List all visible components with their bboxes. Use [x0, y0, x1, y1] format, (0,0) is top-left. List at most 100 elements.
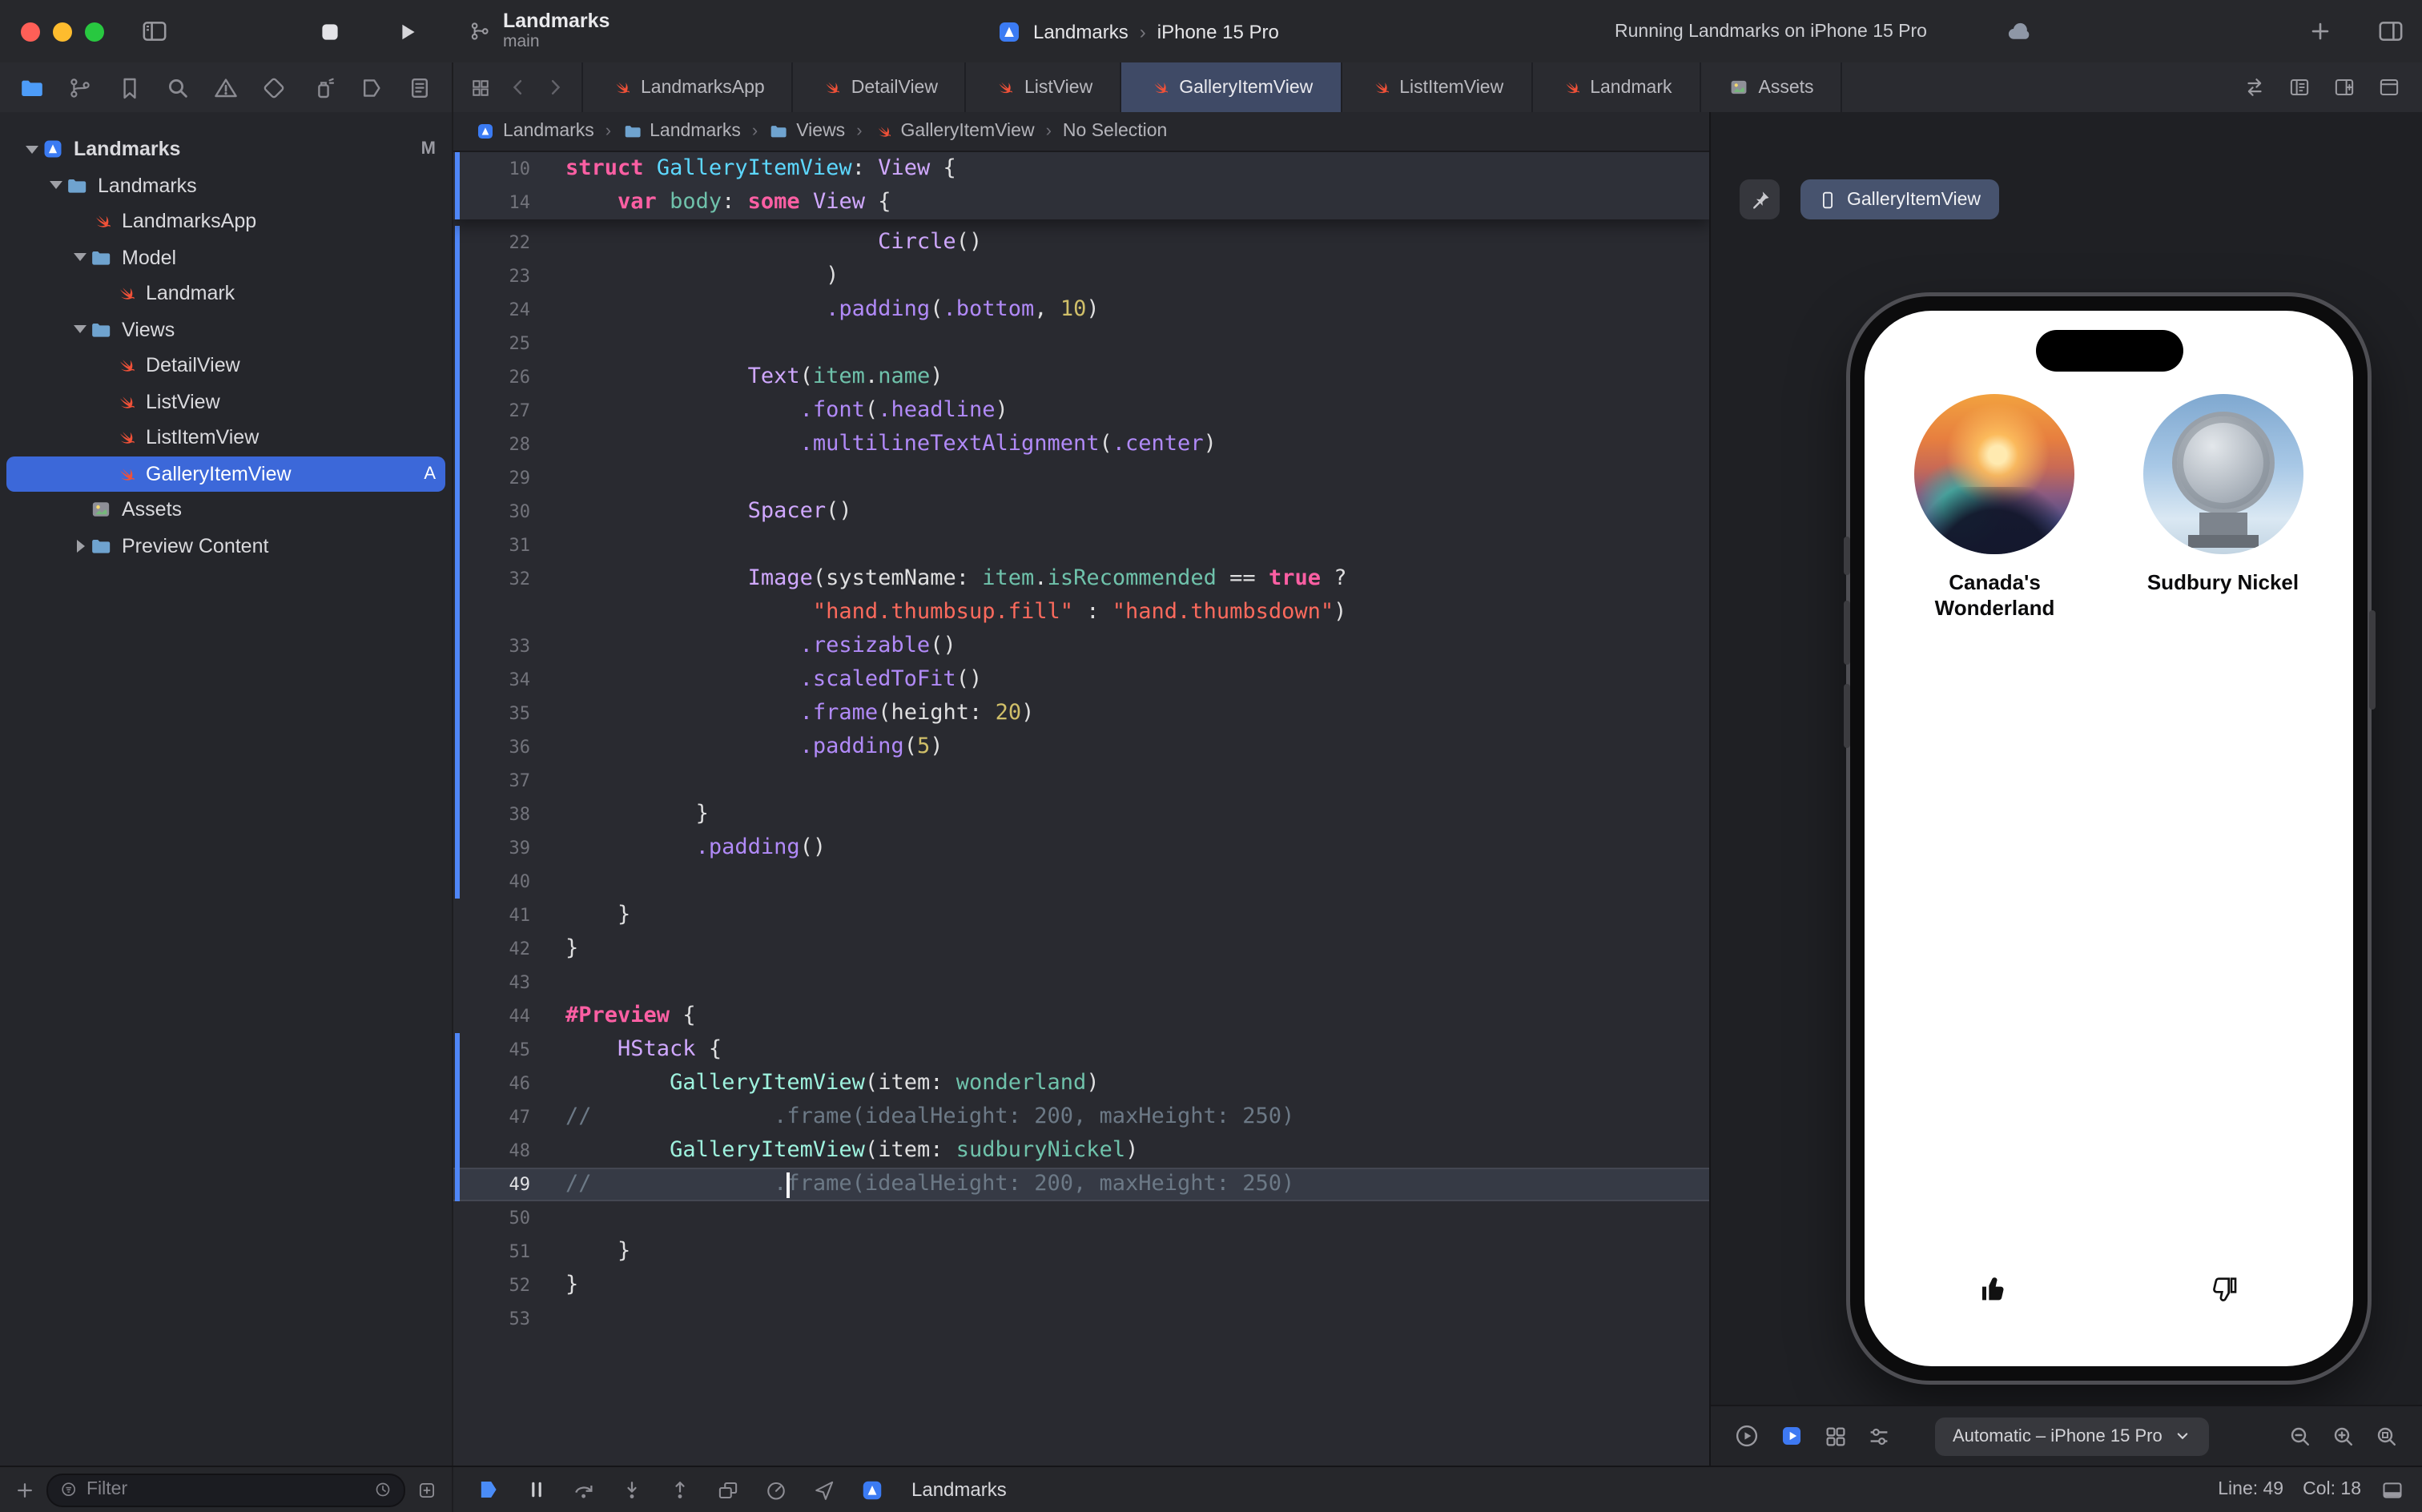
code-line-23[interactable]: 23 )	[453, 259, 1709, 293]
memory-graph-button[interactable]	[764, 1478, 788, 1502]
code-line-25[interactable]: 25	[453, 327, 1709, 360]
code-line-45[interactable]: 45 HStack {	[453, 1033, 1709, 1067]
recents-filter-icon[interactable]	[373, 1480, 392, 1499]
breadcrumb-item[interactable]: GalleryItemView	[874, 122, 1035, 141]
sidebar-item-assets[interactable]: Assets	[0, 492, 452, 528]
simulate-location-button[interactable]	[812, 1478, 836, 1502]
editor-layout-button[interactable]	[2377, 0, 2404, 62]
tab-detailview[interactable]: DetailView	[794, 62, 967, 112]
tab-galleryitemview[interactable]: GalleryItemView	[1121, 62, 1342, 112]
code-line-37[interactable]: 37	[453, 764, 1709, 798]
code-line-50[interactable]: 50	[453, 1201, 1709, 1235]
code-line-39[interactable]: 39 .padding()	[453, 831, 1709, 865]
run-destination[interactable]: iPhone 15 Pro	[1157, 20, 1279, 42]
tab-landmark[interactable]: Landmark	[1532, 62, 1701, 112]
code-line-wrap[interactable]: "hand.thumbsup.fill" : "hand.thumbsdown"…	[453, 596, 1709, 629]
breadcrumb-item[interactable]: Landmarks	[622, 122, 741, 141]
scheme-selector[interactable]: Landmarks › iPhone 15 Pro	[996, 0, 1279, 62]
code-line-43[interactable]: 43	[453, 966, 1709, 999]
sidebar-item-landmarksapp[interactable]: LandmarksApp	[0, 203, 452, 239]
step-into-button[interactable]	[620, 1478, 644, 1502]
navigator-tests-button[interactable]	[262, 74, 288, 100]
code-line-38[interactable]: 38 }	[453, 798, 1709, 831]
navigator-issues-button[interactable]	[213, 74, 239, 100]
code-line-46[interactable]: 46 GalleryItemView(item: wonderland)	[453, 1067, 1709, 1100]
tab-assets[interactable]: Assets	[1701, 62, 1843, 112]
add-button[interactable]	[2308, 0, 2332, 62]
navigator-project-button[interactable]	[19, 74, 45, 100]
zoom-fit-button[interactable]	[2374, 1423, 2400, 1449]
code-line-10[interactable]: 10 struct GalleryItemView: View {	[453, 152, 1709, 186]
disclosure-triangle[interactable]	[70, 253, 90, 262]
code-line-26[interactable]: 26 Text(item.name)	[453, 360, 1709, 394]
close-window-button[interactable]	[21, 22, 40, 41]
code-line-34[interactable]: 34 .scaledToFit()	[453, 663, 1709, 697]
scm-status-filter-button[interactable]	[416, 1479, 437, 1500]
tab-landmarksapp[interactable]: LandmarksApp	[581, 62, 794, 112]
zoom-in-button[interactable]	[2331, 1423, 2356, 1449]
code-line-49[interactable]: 49 // .frame(idealHeight: 200, maxHeight:…	[453, 1168, 1709, 1201]
code-line-53[interactable]: 53	[453, 1302, 1709, 1336]
code-line-22[interactable]: 22 Circle()	[453, 226, 1709, 259]
sidebar-item-galleryitemview[interactable]: GalleryItemView A	[0, 456, 452, 492]
code-line-30[interactable]: 30 Spacer()	[453, 495, 1709, 529]
sidebar-item-model[interactable]: Model	[0, 239, 452, 275]
step-out-button[interactable]	[668, 1478, 692, 1502]
pause-button[interactable]	[525, 1478, 548, 1501]
code-line-40[interactable]: 40	[453, 865, 1709, 899]
code-line-41[interactable]: 41 }	[453, 899, 1709, 932]
selectable-mode-button[interactable]	[1778, 1422, 1805, 1450]
run-button[interactable]	[394, 0, 420, 62]
back-button[interactable]	[508, 77, 529, 98]
live-preview-button[interactable]	[1733, 1422, 1760, 1450]
code-line-29[interactable]: 29	[453, 461, 1709, 495]
add-editor-button[interactable]	[2332, 75, 2356, 99]
navigator-source-control-button[interactable]	[68, 74, 94, 100]
code-line-35[interactable]: 35 .frame(height: 20)	[453, 697, 1709, 730]
sidebar-item-landmark[interactable]: Landmark	[0, 275, 452, 312]
preview-device-selector[interactable]: Automatic – iPhone 15 Pro	[1935, 1417, 2209, 1455]
tab-listitemview[interactable]: ListItemView	[1342, 62, 1533, 112]
editor-options-button[interactable]	[2287, 75, 2311, 99]
code-line-31[interactable]: 31	[453, 529, 1709, 562]
minimize-window-button[interactable]	[53, 22, 72, 41]
breadcrumb-item[interactable]: No Selection	[1063, 122, 1167, 141]
code-line-42[interactable]: 42}	[453, 932, 1709, 966]
sidebar-item-landmarks[interactable]: Landmarks	[0, 167, 452, 203]
add-file-button[interactable]	[14, 1479, 35, 1500]
disclosure-triangle[interactable]	[46, 181, 66, 190]
navigator-reports-button[interactable]	[407, 74, 432, 100]
source-editor[interactable]: 22 Circle() 23 ) 24 .padding(.bottom, 10) 2…	[453, 152, 1709, 1466]
code-line-14[interactable]: 14 var body: some View {	[453, 186, 1709, 219]
zoom-window-button[interactable]	[85, 22, 104, 41]
code-line-36[interactable]: 36 .padding(5)	[453, 730, 1709, 764]
code-line-27[interactable]: 27 .font(.headline)	[453, 394, 1709, 428]
focus-editor-button[interactable]	[2377, 75, 2401, 99]
gallery-item-wonderland[interactable]: Canada's Wonderland	[1881, 381, 2109, 1312]
breadcrumb-item[interactable]: Views	[769, 122, 845, 141]
step-over-button[interactable]	[572, 1478, 596, 1502]
filter-field[interactable]: Filter	[46, 1473, 405, 1506]
stop-button[interactable]	[317, 0, 343, 62]
sidebar-item-detailview[interactable]: DetailView	[0, 348, 452, 384]
view-hierarchy-button[interactable]	[716, 1478, 740, 1502]
code-line-47[interactable]: 47 // .frame(idealHeight: 200, maxHeight:…	[453, 1100, 1709, 1134]
sidebar-item-landmarks[interactable]: Landmarks M	[0, 131, 452, 167]
code-line-32[interactable]: 32 Image(systemName: item.isRecommended …	[453, 562, 1709, 596]
disclosure-triangle[interactable]	[70, 325, 90, 334]
breadcrumb-item[interactable]: Landmarks	[476, 122, 594, 141]
code-line-44[interactable]: 44 #Preview {	[453, 999, 1709, 1033]
code-line-33[interactable]: 33 .resizable()	[453, 629, 1709, 663]
toggle-navigator-button[interactable]	[141, 0, 168, 62]
preview-tab[interactable]: GalleryItemView	[1800, 179, 1999, 219]
sidebar-item-listview[interactable]: ListView	[0, 384, 452, 420]
tab-listview[interactable]: ListView	[967, 62, 1122, 112]
code-line-24[interactable]: 24 .padding(.bottom, 10)	[453, 293, 1709, 327]
forward-button[interactable]	[545, 77, 565, 98]
code-line-52[interactable]: 52}	[453, 1269, 1709, 1302]
navigator-debug-button[interactable]	[310, 74, 336, 100]
disclosure-triangle[interactable]	[22, 145, 42, 154]
breakpoints-toggle-button[interactable]	[476, 1477, 501, 1502]
code-line-51[interactable]: 51 }	[453, 1235, 1709, 1269]
sidebar-item-views[interactable]: Views	[0, 312, 452, 348]
